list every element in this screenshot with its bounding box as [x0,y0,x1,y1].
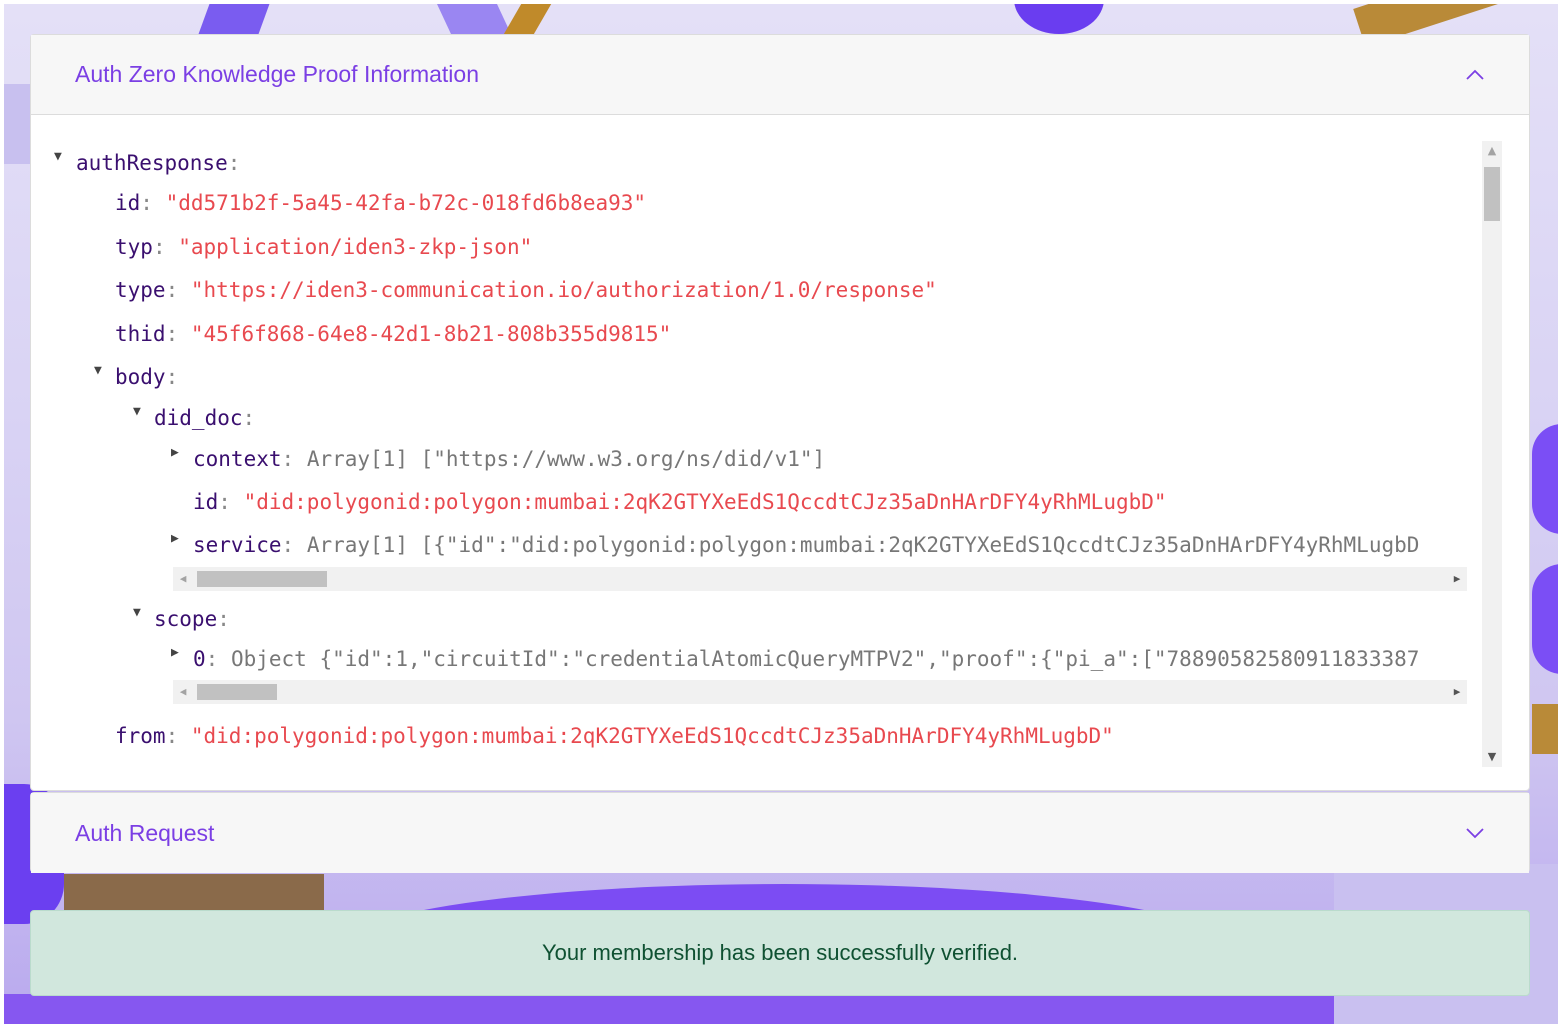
json-value: "did:polygonid:polygon:mumbai:2qK2GTYXeE… [190,724,1114,748]
json-vertical-scrollbar[interactable]: ▲ ▼ [1482,141,1502,767]
json-value: "dd571b2f-5a45-42fa-b72c-018fd6b8ea93" [165,191,647,215]
json-row-id: id: "dd571b2f-5a45-42fa-b72c-018fd6b8ea9… [115,191,647,215]
chevron-up-icon[interactable] [1465,65,1485,85]
json-value: Array[1] [{"id":"did:polygonid:polygon:m… [306,533,1420,557]
scrollbar-thumb[interactable] [197,684,277,700]
scroll-left-icon[interactable]: ◀ [173,680,193,704]
json-row-service[interactable]: service: Array[1] [{"id":"did:polygonid:… [193,531,1419,559]
json-key: id [115,191,141,215]
json-row-scope[interactable]: scope: [154,605,230,633]
service-horizontal-scrollbar[interactable]: ◀ ▶ [173,567,1467,591]
json-row-did-id: id: "did:polygonid:polygon:mumbai:2qK2GT… [193,490,1167,514]
triangle-down-icon[interactable]: ▼ [133,605,141,620]
json-key: body [115,365,166,389]
json-row-did_doc[interactable]: did_doc: [154,404,255,432]
json-key: did_doc [154,406,243,430]
scroll-down-icon[interactable]: ▼ [1482,747,1502,767]
json-value: Array[1] ["https://www.w3.org/ns/did/v1"… [306,447,826,471]
auth-request-panel: Auth Request [30,792,1530,873]
json-value: "application/iden3-zkp-json" [178,235,533,259]
json-value: Object {"id":1,"circuitId":"credentialAt… [230,647,1420,671]
scope-horizontal-scrollbar[interactable]: ◀ ▶ [173,680,1467,704]
success-alert-message: Your membership has been successfully ve… [541,940,1019,965]
scroll-left-icon[interactable]: ◀ [173,567,193,591]
json-key: service [193,533,282,557]
zkp-info-panel-header[interactable]: Auth Zero Knowledge Proof Information [31,35,1529,115]
json-key: type [115,278,166,302]
json-row-scope-0[interactable]: 0: Object {"id":1,"circuitId":"credentia… [193,645,1419,673]
triangle-right-icon[interactable]: ▶ [171,645,179,660]
json-row-from: from: "did:polygonid:polygon:mumbai:2qK2… [115,724,1114,748]
triangle-right-icon[interactable]: ▶ [171,445,179,460]
json-key: from [115,724,166,748]
scrollbar-thumb[interactable] [197,571,327,587]
json-key: context [193,447,282,471]
json-viewer: ▼ authResponse: id: "dd571b2f-5a45-42fa-… [51,139,1497,769]
chevron-down-icon[interactable] [1465,823,1485,843]
json-row-body[interactable]: body: [115,363,178,391]
json-key: authResponse [76,151,228,175]
triangle-right-icon[interactable]: ▶ [171,531,179,546]
scroll-up-icon[interactable]: ▲ [1482,141,1502,161]
json-key: 0 [193,647,206,671]
json-key: id [193,490,219,514]
json-value: "did:polygonid:polygon:mumbai:2qK2GTYXeE… [243,490,1167,514]
scrollbar-thumb[interactable] [1484,167,1500,221]
auth-request-panel-header[interactable]: Auth Request [31,793,1529,873]
triangle-down-icon[interactable]: ▼ [133,404,141,419]
json-row-type: type: "https://iden3-communication.io/au… [115,278,937,302]
triangle-down-icon[interactable]: ▼ [94,363,102,378]
auth-request-panel-title: Auth Request [75,819,215,846]
zkp-info-panel-title: Auth Zero Knowledge Proof Information [75,61,480,87]
json-key: typ [115,235,153,259]
scroll-right-icon[interactable]: ▶ [1447,567,1467,591]
json-key: scope [154,607,218,631]
zkp-info-panel: Auth Zero Knowledge Proof Information ▼ … [30,34,1530,791]
json-value: "45f6f868-64e8-42d1-8b21-808b355d9815" [190,322,672,346]
json-row-thid: thid: "45f6f868-64e8-42d1-8b21-808b355d9… [115,322,672,346]
triangle-down-icon[interactable]: ▼ [54,149,62,164]
json-key: thid [115,322,166,346]
json-value: "https://iden3-communication.io/authoriz… [190,278,937,302]
json-row-context[interactable]: context: Array[1] ["https://www.w3.org/n… [193,445,825,473]
json-row-typ: typ: "application/iden3-zkp-json" [115,235,533,259]
success-alert: Your membership has been successfully ve… [30,910,1530,996]
json-row-authResponse[interactable]: authResponse: [76,149,240,177]
scroll-right-icon[interactable]: ▶ [1447,680,1467,704]
